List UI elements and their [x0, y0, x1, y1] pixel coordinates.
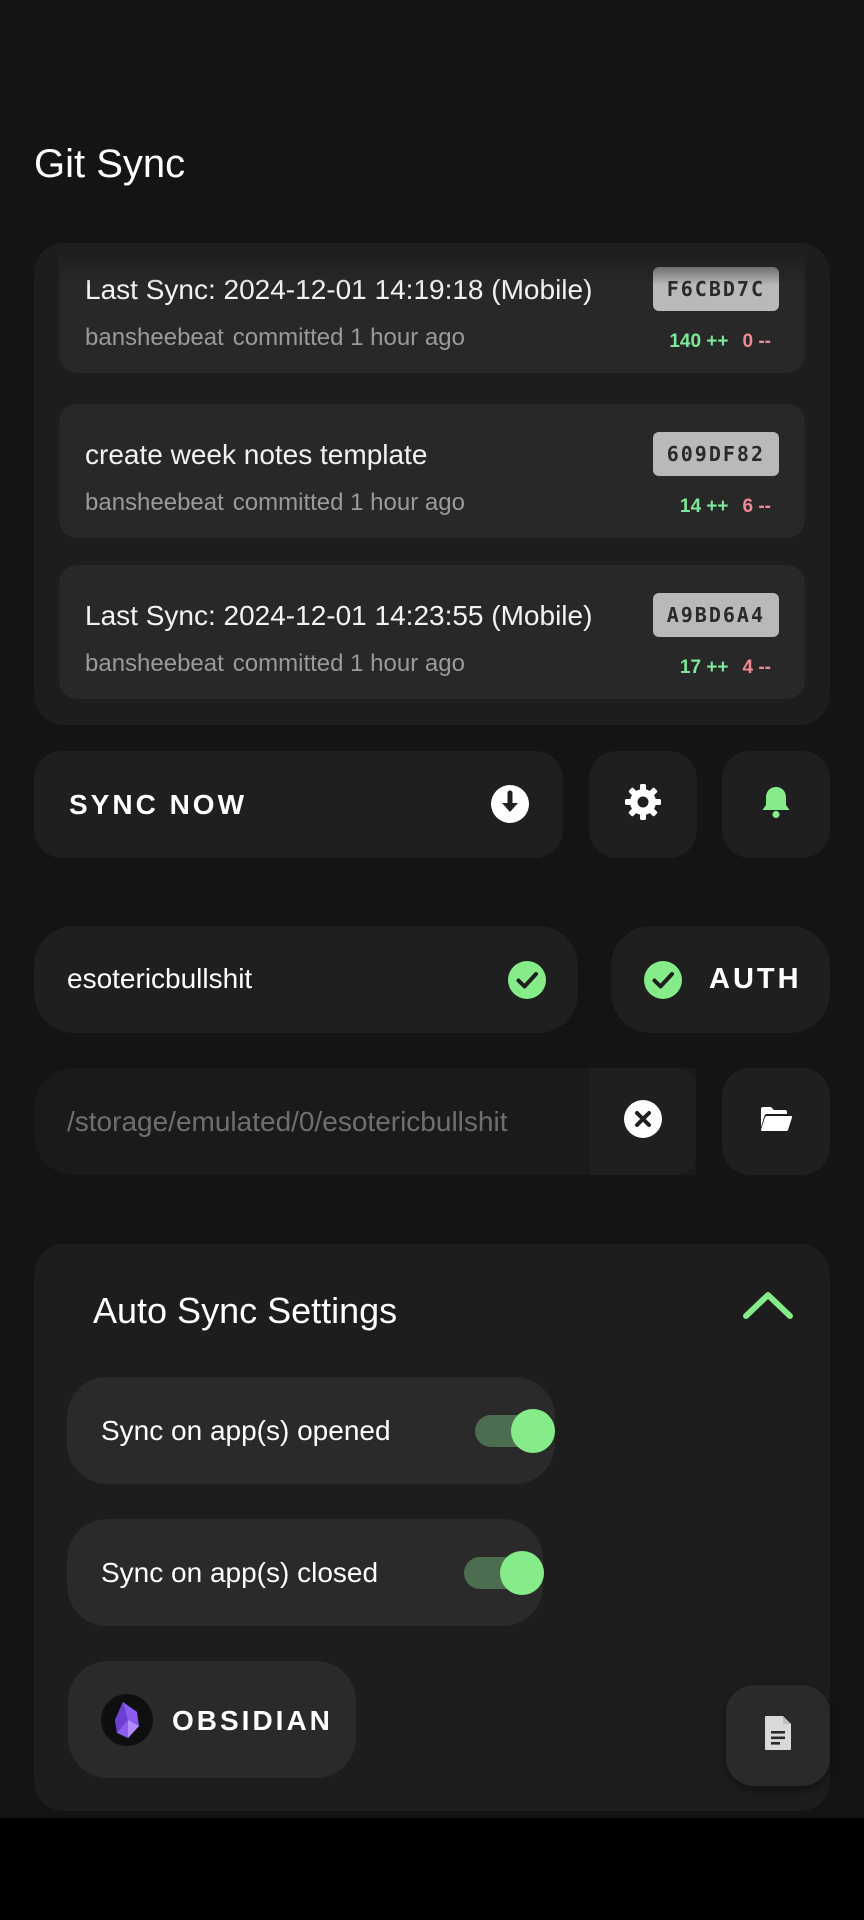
- sync-now-label: SYNC NOW: [69, 789, 247, 820]
- commit-additions: 17 ++: [679, 657, 729, 678]
- notifications-button[interactable]: [722, 751, 830, 858]
- obsidian-logo-icon: [101, 1694, 153, 1746]
- commit-deletions: 6 --: [742, 496, 772, 517]
- sync-on-open-label: Sync on app(s) opened: [101, 1415, 391, 1446]
- commit-list[interactable]: Last Sync: 2024-12-01 14:19:18 (Mobile) …: [34, 243, 830, 725]
- commit-meta: bansheebeat committed 1 hour ago: [85, 489, 465, 517]
- folder-open-icon: [759, 1105, 793, 1138]
- commit-stats: 14 ++ 6 --: [680, 496, 771, 518]
- chevron-up-icon[interactable]: [742, 1290, 794, 1325]
- commit-sha[interactable]: 609DF82: [652, 432, 779, 476]
- commit-message: create week notes template: [85, 439, 428, 470]
- commit-message: Last Sync: 2024-12-01 14:23:55 (Mobile): [85, 600, 593, 631]
- commit-stats: 17 ++ 4 --: [680, 657, 771, 679]
- bell-icon: [760, 785, 792, 824]
- commit-additions: 14 ++: [679, 496, 729, 517]
- gear-icon: [623, 782, 663, 827]
- document-icon: [763, 1714, 793, 1757]
- switch-knob: [500, 1551, 544, 1595]
- download-circle-icon: [490, 784, 530, 829]
- sync-on-close-toggle[interactable]: Sync on app(s) closed: [67, 1519, 544, 1626]
- sync-on-open-switch[interactable]: [475, 1409, 555, 1453]
- auth-button[interactable]: AUTH: [611, 926, 830, 1033]
- commit-meta: bansheebeat committed 1 hour ago: [85, 324, 465, 352]
- check-circle-icon: [508, 961, 546, 1004]
- commit-deletions: 0 --: [742, 331, 772, 352]
- commit-author: bansheebeat: [85, 650, 224, 677]
- obsidian-app-button[interactable]: OBSIDIAN: [68, 1661, 356, 1778]
- commit-stats: 140 ++ 0 --: [669, 331, 771, 353]
- auto-sync-title: Auto Sync Settings: [93, 1290, 398, 1331]
- scroll-fade: [34, 243, 830, 285]
- commit-time: committed 1 hour ago: [232, 324, 465, 351]
- commit-author: bansheebeat: [85, 489, 224, 516]
- repo-name: esotericbullshit: [67, 963, 253, 994]
- commit-item[interactable]: create week notes template bansheebeat co…: [59, 404, 805, 538]
- commit-author: bansheebeat: [85, 324, 224, 351]
- settings-button[interactable]: [589, 751, 697, 858]
- sync-on-close-label: Sync on app(s) closed: [101, 1557, 379, 1588]
- commit-time: committed 1 hour ago: [232, 489, 465, 516]
- check-circle-icon: [644, 961, 682, 1004]
- select-folder-button[interactable]: [722, 1068, 830, 1175]
- obsidian-label: OBSIDIAN: [172, 1705, 333, 1736]
- logs-button[interactable]: [726, 1685, 830, 1786]
- commit-item[interactable]: Last Sync: 2024-12-01 14:23:55 (Mobile) …: [59, 565, 805, 699]
- sync-on-close-switch[interactable]: [464, 1551, 544, 1595]
- commit-time: committed 1 hour ago: [232, 650, 465, 677]
- repo-name-field[interactable]: esotericbullshit: [34, 926, 578, 1033]
- commit-sha[interactable]: A9BD6A4: [652, 593, 779, 637]
- sync-now-button[interactable]: SYNC NOW: [34, 751, 563, 858]
- close-circle-icon: [624, 1100, 662, 1143]
- switch-knob: [511, 1409, 555, 1453]
- commit-deletions: 4 --: [742, 657, 772, 678]
- sync-on-open-toggle[interactable]: Sync on app(s) opened: [67, 1377, 555, 1484]
- page-title: Git Sync: [34, 142, 186, 186]
- clear-path-button[interactable]: [590, 1068, 696, 1175]
- auto-sync-panel: Auto Sync Settings Sync on app(s) opened…: [34, 1244, 830, 1811]
- commit-additions: 140 ++: [669, 331, 729, 352]
- system-navigation-bar: [0, 1818, 864, 1920]
- commit-meta: bansheebeat committed 1 hour ago: [85, 650, 465, 678]
- auth-label: AUTH: [709, 963, 802, 995]
- repo-path: /storage/emulated/0/esotericbullshit: [67, 1106, 508, 1137]
